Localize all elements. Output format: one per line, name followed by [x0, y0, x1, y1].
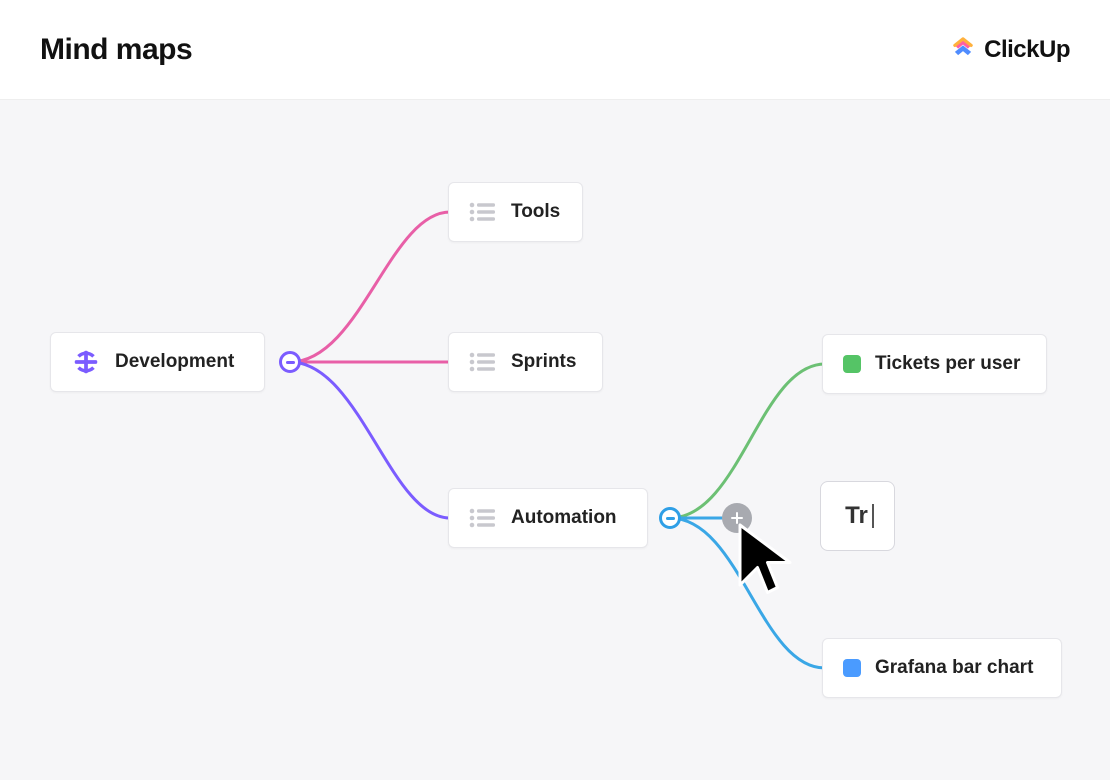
node-label: Sprints: [511, 351, 576, 373]
edge-dev-tools: [290, 212, 450, 362]
header-bar: Mind maps ClickUp: [0, 0, 1110, 100]
edge-dev-automation: [290, 362, 450, 518]
node-label: Development: [115, 351, 234, 373]
node-label: Grafana bar chart: [875, 657, 1033, 679]
node-label: Tools: [511, 201, 560, 223]
brand-name: ClickUp: [984, 36, 1070, 64]
list-icon: [469, 507, 497, 529]
mindmap-canvas[interactable]: Development Tools Sprints Automation Tic…: [0, 100, 1110, 780]
node-label: Automation: [511, 507, 617, 529]
node-development[interactable]: Development: [50, 332, 265, 392]
node-automation[interactable]: Automation: [448, 488, 648, 548]
node-label: Tickets per user: [875, 353, 1020, 375]
clickup-logo-icon: [950, 34, 976, 65]
node-new-typing[interactable]: Tr: [820, 481, 895, 551]
page-title: Mind maps: [40, 33, 192, 67]
typing-text: Tr: [845, 502, 870, 530]
node-sprints[interactable]: Sprints: [448, 332, 603, 392]
edge-auto-tickets: [670, 364, 825, 518]
collapse-handle-automation[interactable]: [659, 507, 681, 529]
status-square-icon: [843, 355, 861, 373]
brand: ClickUp: [950, 34, 1070, 65]
status-square-icon: [843, 659, 861, 677]
cursor-icon: [735, 515, 795, 595]
collapse-handle-development[interactable]: [279, 351, 301, 373]
node-tickets-per-user[interactable]: Tickets per user: [822, 334, 1047, 394]
node-grafana-bar-chart[interactable]: Grafana bar chart: [822, 638, 1062, 698]
list-icon: [469, 201, 497, 223]
node-tools[interactable]: Tools: [448, 182, 583, 242]
list-icon: [469, 351, 497, 373]
globe-icon: [71, 347, 101, 377]
